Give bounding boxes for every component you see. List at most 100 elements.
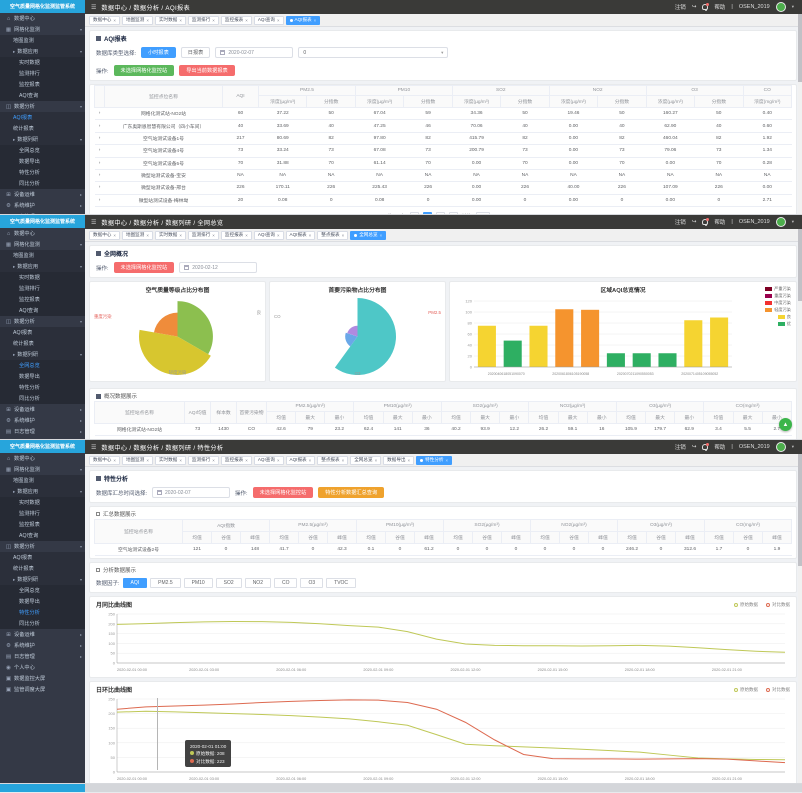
legend-item-原始数据[interactable]: 原始数据 — [734, 602, 758, 608]
close-icon[interactable]: × — [179, 458, 182, 463]
close-icon[interactable]: × — [212, 458, 215, 463]
sidebar-item-全网总览[interactable]: 全网总览 — [0, 585, 85, 596]
close-icon[interactable]: × — [146, 458, 149, 463]
tab-数据中心[interactable]: 数据中心× — [89, 16, 120, 25]
scrollbar-thumb[interactable] — [798, 229, 802, 300]
expand-icon[interactable]: › — [95, 169, 105, 181]
select-station-button[interactable]: 未选择网格化监控站 — [253, 487, 314, 498]
sidebar-item-网格化监测[interactable]: ▦网格化监测▾ — [0, 464, 85, 475]
date-picker[interactable]: 2020-02-07 — [215, 47, 293, 58]
close-icon[interactable]: × — [146, 18, 149, 23]
sidebar-item-地图监测[interactable]: 地图监测 — [0, 250, 85, 261]
close-icon[interactable]: × — [342, 233, 345, 238]
close-icon[interactable]: × — [245, 233, 248, 238]
sidebar-item-同比分析[interactable]: 同比分析 — [0, 618, 85, 629]
expand-icon[interactable]: › — [95, 145, 105, 157]
sidebar-item-个人中心[interactable]: ◉个人中心 — [0, 437, 85, 439]
sidebar-item-AQI查询[interactable]: AQI查询 — [0, 530, 85, 541]
avatar[interactable] — [776, 217, 786, 227]
sidebar-item-数据列研[interactable]: ▸数据列研▾ — [0, 349, 85, 360]
goto-page-input[interactable]: 1 — [476, 212, 490, 214]
tab-全网总览[interactable]: 全网总览× — [350, 456, 381, 465]
pager-next-button[interactable]: › — [449, 212, 458, 214]
sidebar-item-数据导出[interactable]: 数据导出 — [0, 156, 85, 167]
sidebar-item-数据导出[interactable]: 数据导出 — [0, 596, 85, 607]
menu-toggle-icon[interactable]: ☰ — [91, 4, 96, 11]
expand-icon[interactable]: › — [95, 120, 105, 132]
tab-地图监测[interactable]: 地图监测× — [122, 456, 153, 465]
tab-地图监测[interactable]: 地图监测× — [122, 231, 153, 240]
month-yoy-line-chart[interactable]: 0501001502002502020-02-01 00:002020-02-0… — [93, 610, 793, 674]
sidebar-item-实时数据[interactable]: 实时数据 — [0, 272, 85, 283]
tab-AQI报表[interactable]: AQI报表× — [286, 16, 321, 25]
factor-button-PM10[interactable]: PM10 — [184, 578, 213, 588]
close-icon[interactable]: × — [212, 233, 215, 238]
close-icon[interactable]: × — [245, 18, 248, 23]
chevron-down-icon[interactable]: ▾ — [792, 4, 794, 10]
sidebar-item-数据分析[interactable]: ◫数据分析▾ — [0, 101, 85, 112]
bell-icon[interactable] — [702, 4, 708, 10]
logout-link[interactable]: 注销 — [675, 443, 686, 451]
legend-item-良[interactable]: 良 — [765, 314, 791, 320]
close-icon[interactable]: × — [380, 233, 383, 238]
export-data-button[interactable]: 导出当前数据报表 — [179, 65, 235, 76]
sidebar-item-数据监控大屏[interactable]: ▣数据监控大屏 — [0, 673, 85, 684]
factor-button-AQI[interactable]: AQI — [123, 578, 148, 588]
close-icon[interactable]: × — [277, 458, 280, 463]
sidebar-item-数据应用[interactable]: ▸数据应用▾ — [0, 261, 85, 272]
sidebar-item-全网总览[interactable]: 全网总览 — [0, 360, 85, 371]
scrollbar-thumb[interactable] — [798, 14, 802, 82]
sidebar-item-全网总览[interactable]: 全网总览 — [0, 145, 85, 156]
tab-实时数据[interactable]: 实时数据× — [155, 231, 186, 240]
sidebar-item-系统维护[interactable]: ⚙系统维护▸ — [0, 200, 85, 211]
select-station-button[interactable]: 未选择网格化监控站 — [114, 65, 175, 76]
sidebar-item-数据中心[interactable]: ⌂数据中心 — [0, 453, 85, 464]
sidebar-item-地图监测[interactable]: 地图监测 — [0, 475, 85, 486]
chevron-down-icon[interactable]: ▾ — [792, 219, 794, 225]
close-icon[interactable]: × — [113, 458, 116, 463]
sidebar-item-实时数据[interactable]: 实时数据 — [0, 57, 85, 68]
sidebar-item-系统维护[interactable]: ⚙系统维护▸ — [0, 640, 85, 651]
close-icon[interactable]: × — [309, 233, 312, 238]
sidebar-item-数据中心[interactable]: ⌂数据中心 — [0, 228, 85, 239]
avatar[interactable] — [776, 442, 786, 452]
sidebar-item-设备运维[interactable]: ⊞设备运维▸ — [0, 404, 85, 415]
table-row[interactable]: ›微型站测试设备-宝安NANANANANANANANANANANANA — [95, 169, 792, 181]
pager-page-2[interactable]: 2 — [436, 212, 445, 214]
tab-AQI查询[interactable]: AQI查询× — [254, 456, 284, 465]
chevron-down-icon[interactable]: ▾ — [792, 444, 794, 450]
scrollbar[interactable] — [798, 229, 802, 439]
hourly-report-button[interactable]: 小时报表 — [141, 47, 176, 58]
tab-监测排行[interactable]: 监测排行× — [188, 231, 219, 240]
close-icon[interactable]: × — [179, 18, 182, 23]
menu-toggle-icon[interactable]: ☰ — [91, 444, 96, 451]
legend-item-轻度污染[interactable]: 轻度污染 — [765, 307, 791, 313]
sidebar-item-统计报表[interactable]: 统计报表 — [0, 338, 85, 349]
sidebar-item-监控报表[interactable]: 监控报表 — [0, 79, 85, 90]
table-row[interactable]: ›微型站测试设备-梅林坳200.0800.0800.0000.0000.0002… — [95, 194, 792, 206]
help-link[interactable]: 帮助 — [714, 218, 725, 226]
legend-item-对比数据[interactable]: 对比数据 — [766, 602, 790, 608]
pollutant-pie-chart[interactable] — [274, 295, 441, 378]
tab-数据中心[interactable]: 数据中心× — [89, 231, 120, 240]
sidebar-item-数据中心[interactable]: ⌂数据中心 — [0, 13, 85, 24]
table-row[interactable]: 空气站测试设备2号121014841.7042.30.1061.20000002… — [95, 544, 792, 556]
expand-icon[interactable]: › — [95, 132, 105, 144]
close-icon[interactable]: × — [277, 233, 280, 238]
factor-button-SO2[interactable]: SO2 — [216, 578, 242, 588]
sidebar-item-同比分析[interactable]: 同比分析 — [0, 393, 85, 404]
sidebar-item-监测排行[interactable]: 监测排行 — [0, 68, 85, 79]
sidebar-item-数据列研[interactable]: ▸数据列研▾ — [0, 134, 85, 145]
day-chain-line-chart[interactable]: 2020-02-01 01:00 原始数据: 208 对比数据: 223 050… — [93, 695, 793, 783]
tab-整点报表[interactable]: 整点报表× — [317, 456, 348, 465]
table-row[interactable]: ›广东奥斯恩智慧有限公司（四小车间）4033.694047.254670.064… — [95, 120, 792, 132]
sidebar-item-监控报表[interactable]: 监控报表 — [0, 294, 85, 305]
tab-监控报表[interactable]: 监控报表× — [221, 16, 252, 25]
tab-全网总览[interactable]: 全网总览× — [350, 231, 386, 240]
tab-特性分析[interactable]: 特性分析× — [416, 456, 452, 465]
back-to-top-button[interactable]: ▲ — [779, 418, 792, 431]
sidebar-item-监测排行[interactable]: 监测排行 — [0, 283, 85, 294]
close-icon[interactable]: × — [342, 458, 345, 463]
table-row[interactable]: ›空气站测试设备5号7031.887061.14700.00700.00700.… — [95, 157, 792, 169]
sidebar-item-特性分析[interactable]: 特性分析 — [0, 607, 85, 618]
